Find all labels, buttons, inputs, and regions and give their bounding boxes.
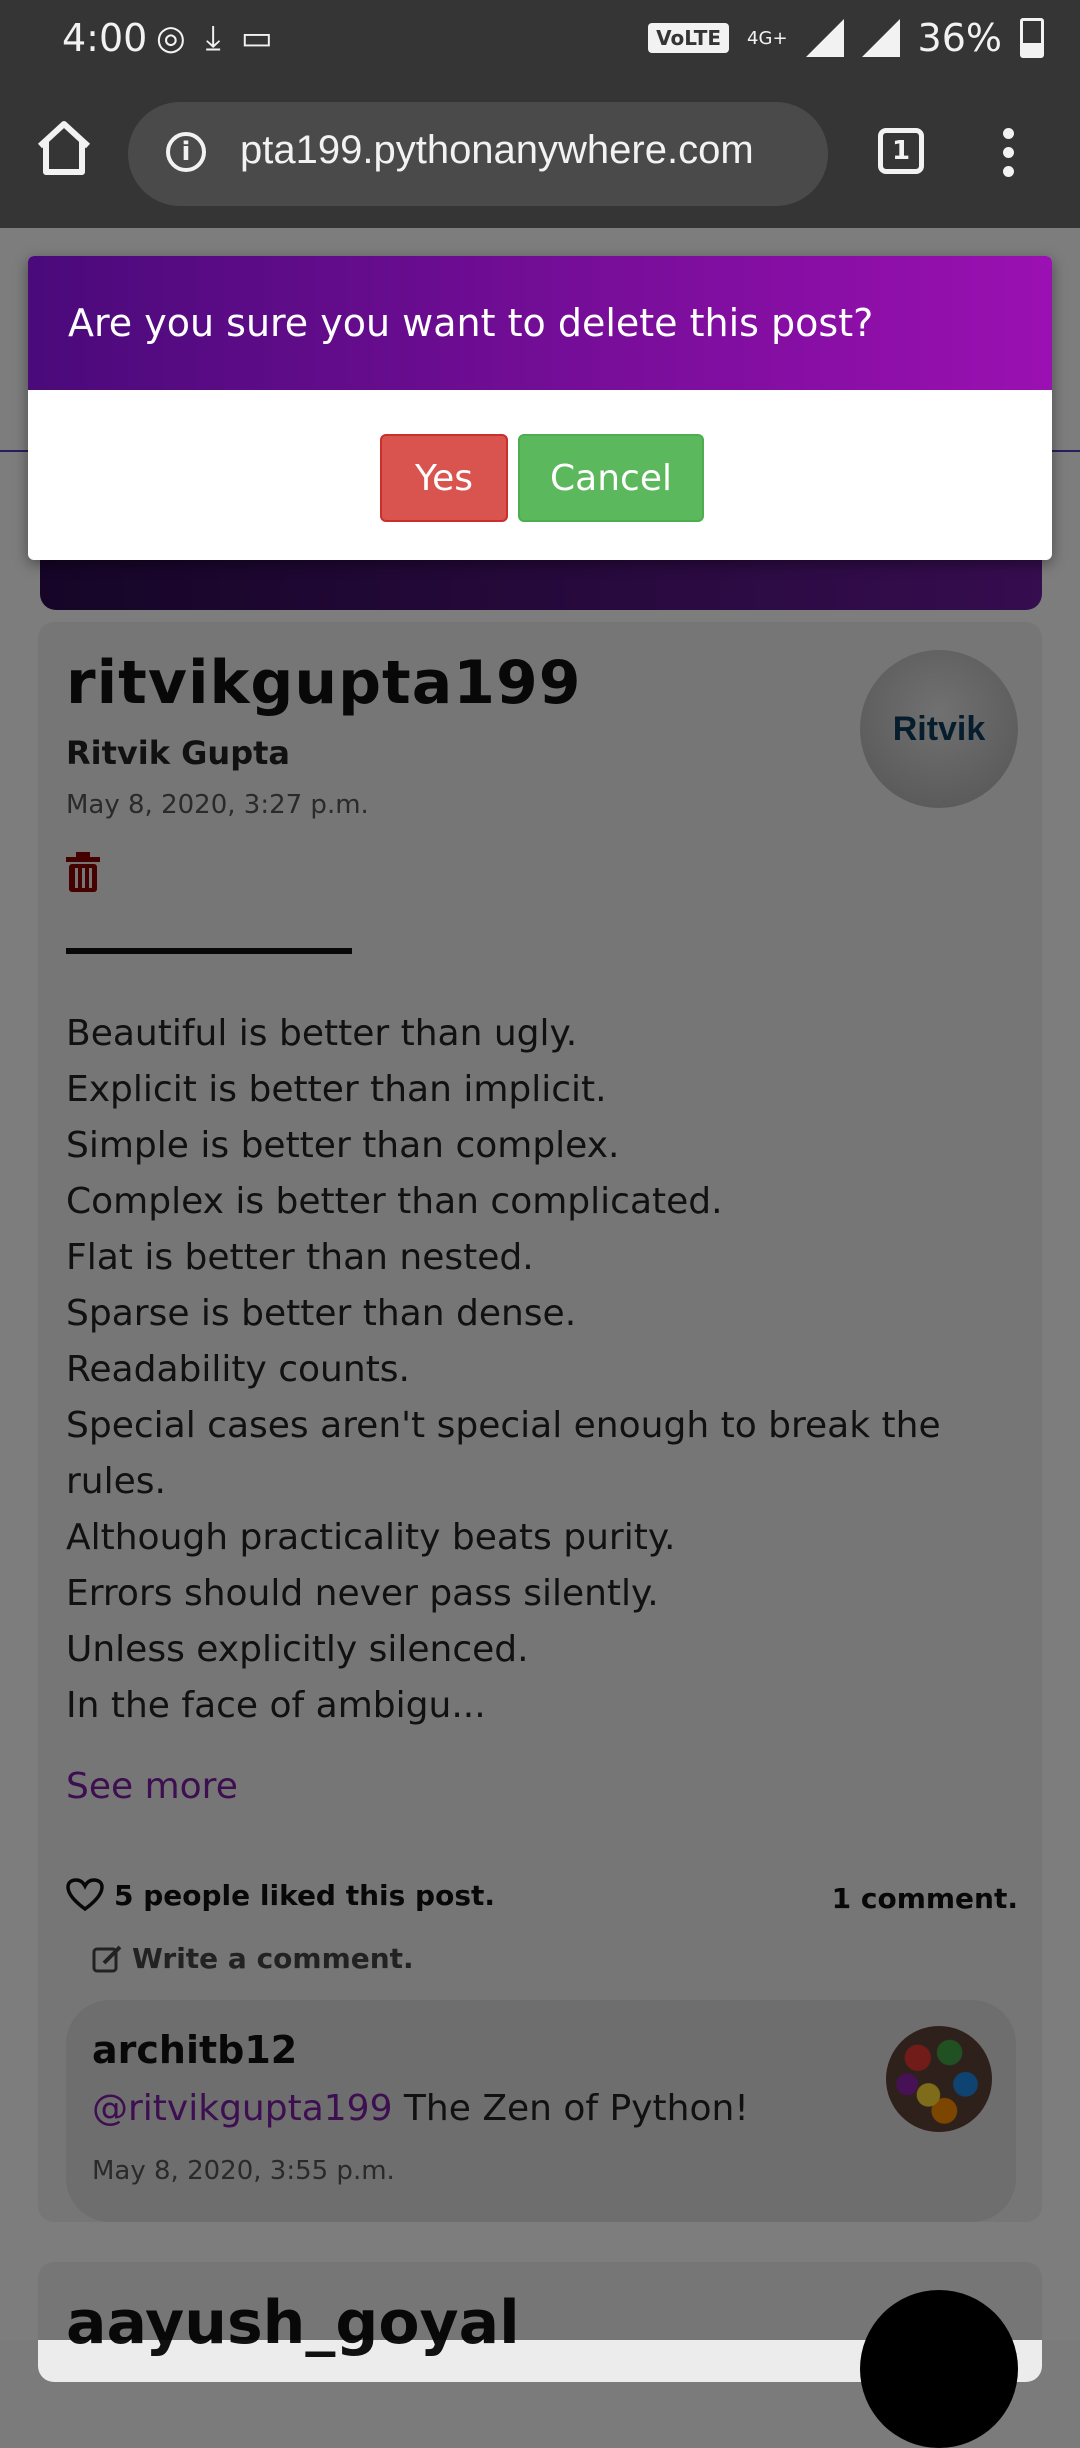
address-bar[interactable]: i pta199.pythonanywhere.com (128, 102, 828, 206)
network-type: 4G+ (747, 27, 788, 49)
download-icon: ⤓ (205, 18, 221, 58)
more-menu-icon[interactable] (998, 128, 1018, 182)
laptop-icon: ▭ (240, 18, 273, 58)
info-icon[interactable]: i (166, 132, 206, 172)
battery-percent: 36% (917, 16, 1002, 60)
notification-icons: ◎ ⤓ ▭ (156, 18, 273, 58)
system-icons: VoLTE 4G+ 36% (648, 16, 1044, 60)
battery-icon (1020, 18, 1044, 58)
tab-switcher-button[interactable]: 1 (878, 128, 924, 174)
dialog-title: Are you sure you want to delete this pos… (28, 256, 1052, 390)
browser-toolbar: i pta199.pythonanywhere.com 1 (0, 80, 1080, 228)
signal-icon (805, 19, 844, 57)
cancel-button[interactable]: Cancel (518, 434, 704, 522)
dialog-body: Yes Cancel (28, 390, 1052, 560)
home-icon[interactable] (32, 116, 96, 180)
yes-button[interactable]: Yes (380, 434, 508, 522)
volte-badge: VoLTE (648, 23, 730, 53)
signal-icon-2 (861, 19, 900, 57)
sync-icon: ◎ (156, 18, 186, 58)
status-time: 4:00 (62, 16, 148, 60)
delete-confirm-dialog: Are you sure you want to delete this pos… (28, 256, 1052, 560)
status-bar: 4:00 ◎ ⤓ ▭ VoLTE 4G+ 36% (0, 0, 1080, 80)
url-text[interactable]: pta199.pythonanywhere.com (240, 128, 754, 173)
